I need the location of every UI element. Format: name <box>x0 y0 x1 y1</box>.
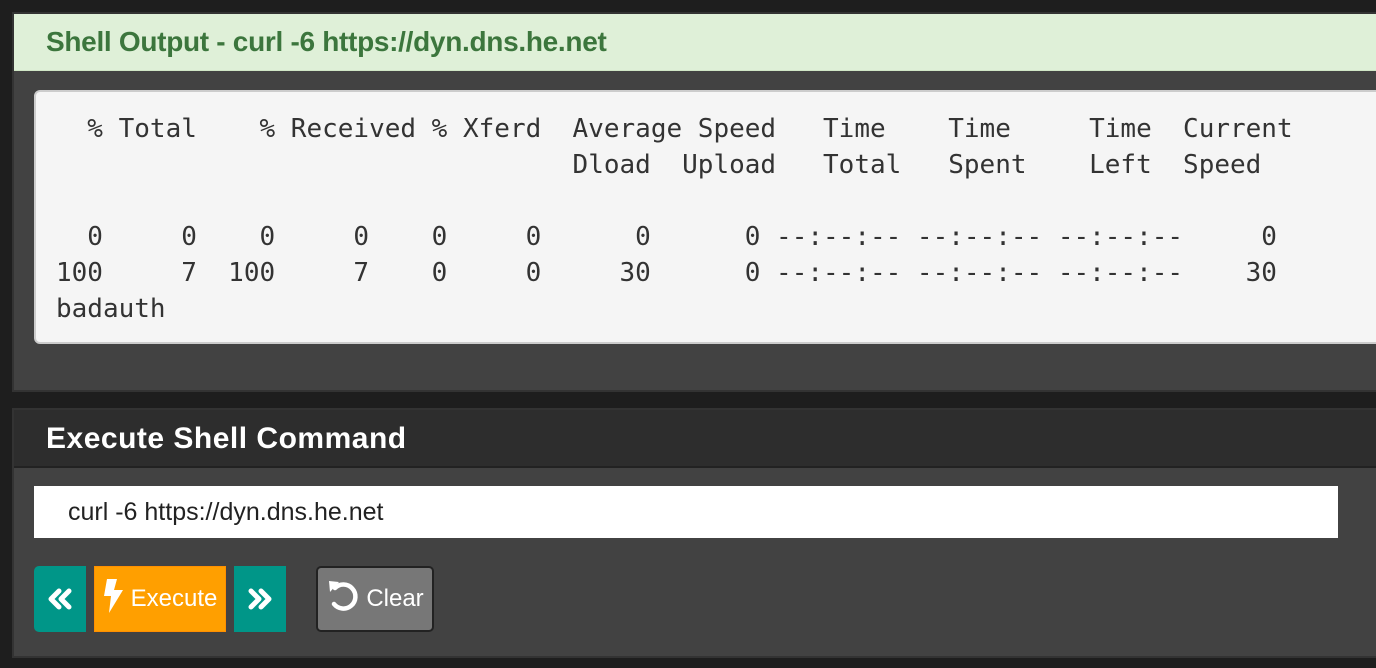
angle-double-left-icon <box>48 588 72 610</box>
previous-command-button[interactable] <box>34 566 86 632</box>
shell-output-text: % Total % Received % Xferd Average Speed… <box>34 90 1376 344</box>
clear-button[interactable]: Clear <box>316 566 434 632</box>
execute-shell-command-title: Execute Shell Command <box>14 410 1376 468</box>
bolt-icon <box>103 579 123 613</box>
shell-output-title: Shell Output - curl -6 https://dyn.dns.h… <box>14 14 1376 71</box>
execute-label: Execute <box>130 585 218 612</box>
shell-output-panel: Shell Output - curl -6 https://dyn.dns.h… <box>12 12 1376 392</box>
clear-label: Clear <box>366 585 424 612</box>
next-command-button[interactable] <box>234 566 286 632</box>
undo-icon <box>329 581 358 611</box>
execute-shell-command-panel: Execute Shell Command Execute Clear <box>12 408 1376 658</box>
command-input[interactable] <box>34 486 1338 538</box>
execute-button[interactable]: Execute <box>94 566 226 632</box>
angle-double-right-icon <box>248 588 272 610</box>
